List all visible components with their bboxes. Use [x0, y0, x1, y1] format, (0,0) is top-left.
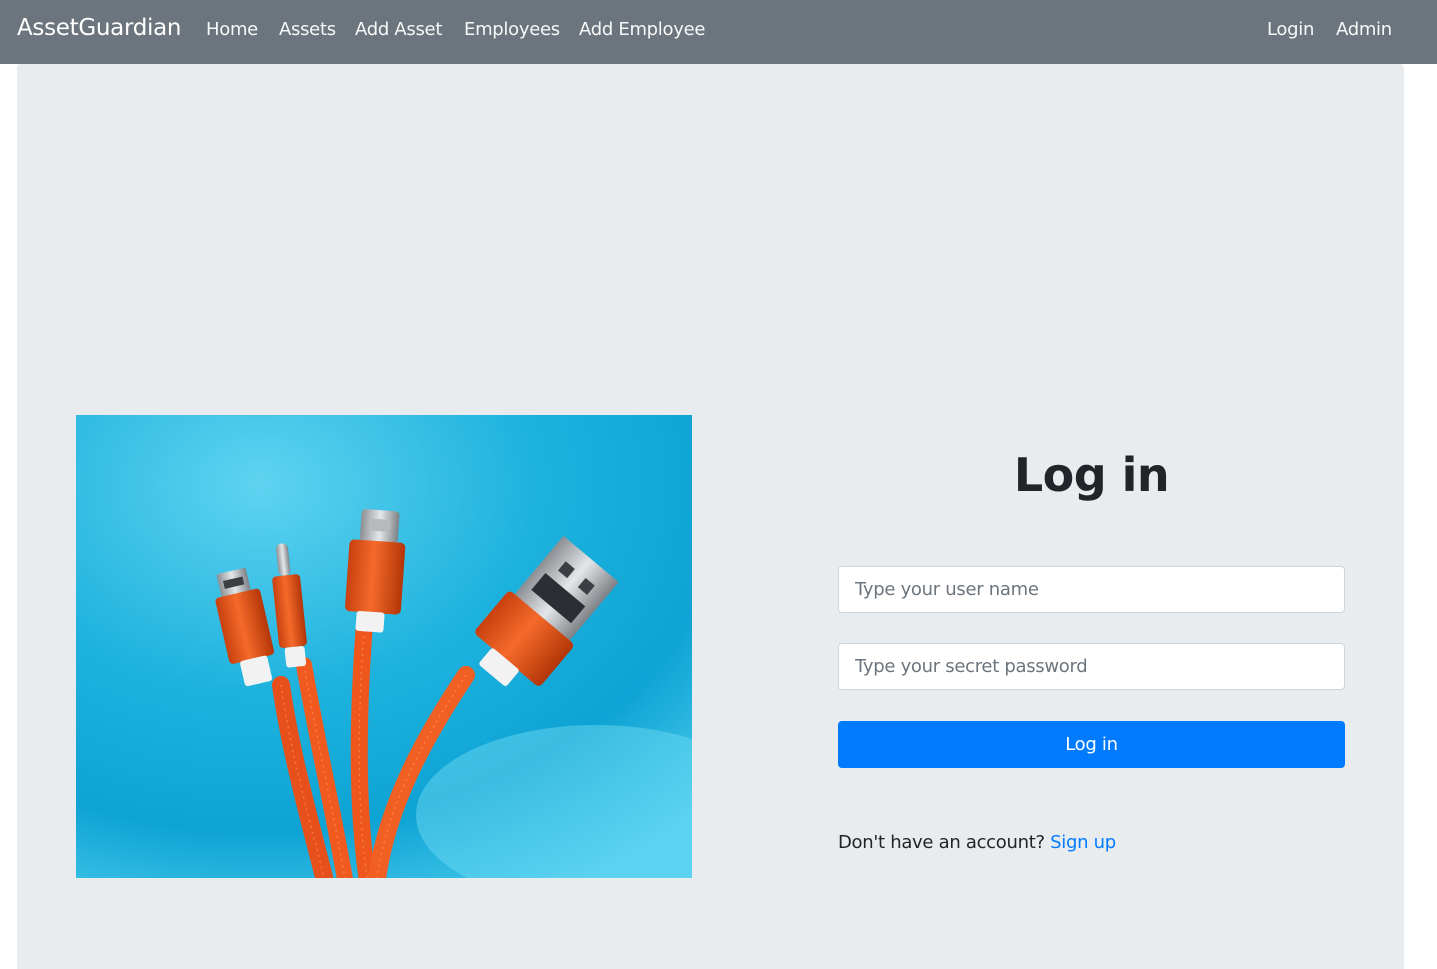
nav-link-assets[interactable]: Assets [279, 19, 336, 40]
brand-link[interactable]: AssetGuardian [17, 15, 181, 41]
top-navbar: AssetGuardian Home Assets Add Asset Empl… [0, 0, 1437, 64]
signup-prompt-text: Don't have an account? [838, 832, 1045, 853]
signup-link[interactable]: Sign up [1050, 832, 1116, 853]
nav-link-add-asset[interactable]: Add Asset [355, 19, 442, 40]
login-button[interactable]: Log in [838, 721, 1345, 768]
nav-link-login[interactable]: Login [1267, 19, 1314, 40]
username-input[interactable] [838, 566, 1345, 613]
password-input[interactable] [838, 643, 1345, 690]
nav-link-employees[interactable]: Employees [464, 19, 560, 40]
login-jumbotron: Log in Log in Don't have an account? Sig… [17, 64, 1404, 969]
cables-photo [76, 415, 692, 878]
login-title: Log in [1013, 448, 1170, 502]
signup-prompt-row: Don't have an account? Sign up [838, 832, 1116, 853]
nav-link-add-employee[interactable]: Add Employee [579, 19, 705, 40]
nav-link-home[interactable]: Home [206, 19, 258, 40]
nav-link-admin[interactable]: Admin [1336, 19, 1392, 40]
